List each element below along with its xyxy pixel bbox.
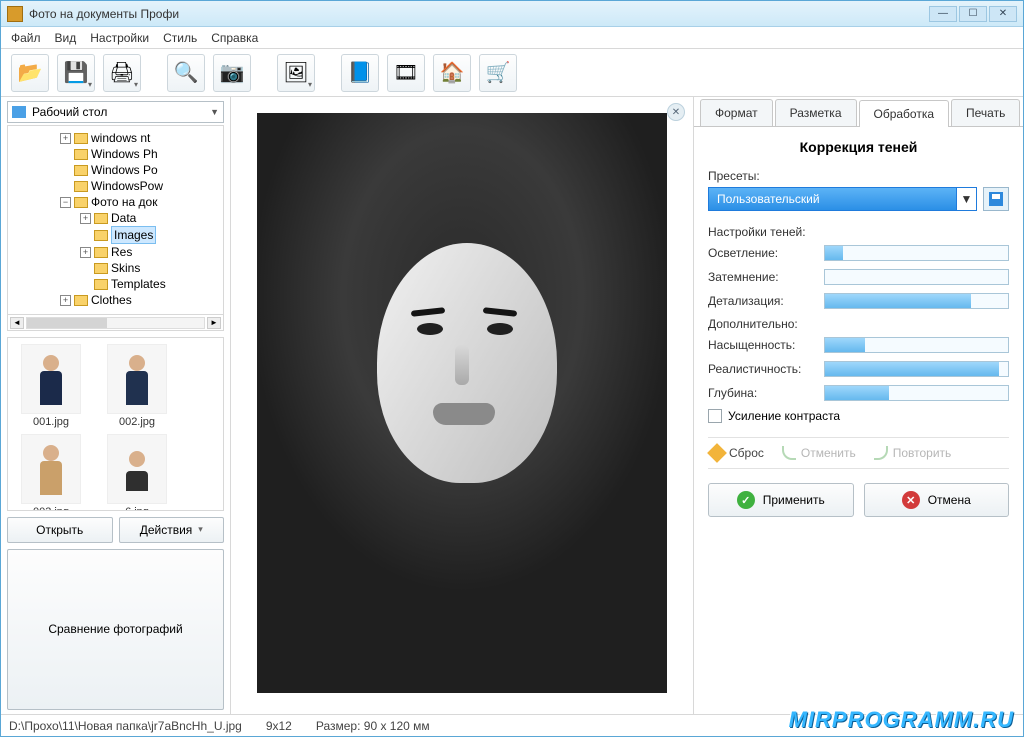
status-bar: D:\Прохо\11\Новая папка\jr7aBncHh_U.jpg … <box>1 714 1023 736</box>
save-preset-button[interactable] <box>983 187 1009 211</box>
slider-realism[interactable] <box>824 361 1009 377</box>
thumbnail[interactable]: 001.jpg <box>14 344 88 428</box>
undo-icon <box>782 446 796 460</box>
tree-item[interactable]: Фото на док <box>91 194 157 210</box>
tab-format[interactable]: Формат <box>700 99 773 126</box>
redo-icon <box>874 446 888 460</box>
menu-style[interactable]: Стиль <box>163 31 197 45</box>
slider-lighten[interactable] <box>824 245 1009 261</box>
tree-item[interactable]: Data <box>111 210 136 226</box>
thumbnail[interactable]: 002.jpg <box>100 344 174 428</box>
tree-item[interactable]: Windows Ph <box>91 146 158 162</box>
menu-view[interactable]: Вид <box>55 31 77 45</box>
redo-link[interactable]: Повторить <box>874 446 952 460</box>
close-button[interactable]: ✕ <box>989 6 1017 22</box>
tree-item[interactable]: Res <box>111 244 132 260</box>
window-title: Фото на документы Профи <box>29 7 929 21</box>
reset-link[interactable]: Сброс <box>710 446 764 460</box>
tab-markup[interactable]: Разметка <box>775 99 857 126</box>
status-size: Размер: 90 x 120 мм <box>316 719 430 733</box>
left-panel: Рабочий стол ▼ +windows nt Windows Ph Wi… <box>1 97 231 714</box>
slider-detail[interactable] <box>824 293 1009 309</box>
tree-item[interactable]: windows nt <box>91 130 150 146</box>
apply-button[interactable]: ✓Применить <box>708 483 854 517</box>
menu-bar: Файл Вид Настройки Стиль Справка <box>1 27 1023 49</box>
compare-button[interactable]: Сравнение фотографий <box>7 549 224 711</box>
tree-item-selected[interactable]: Images <box>111 226 156 244</box>
tree-item[interactable]: Skins <box>111 260 140 276</box>
menu-file[interactable]: Файл <box>11 31 41 45</box>
tab-bar: Формат Разметка Обработка Печать <box>694 97 1023 127</box>
preview-area: ✕ <box>231 97 693 714</box>
minimize-button[interactable]: — <box>929 6 957 22</box>
status-path: D:\Прохо\11\Новая папка\jr7aBncHh_U.jpg <box>9 719 242 733</box>
toolbar-help-icon[interactable]: 📘 <box>341 54 379 92</box>
cancel-icon: ✕ <box>902 491 920 509</box>
additional-label: Дополнительно: <box>708 317 1009 331</box>
slider-depth[interactable] <box>824 385 1009 401</box>
brush-icon <box>707 443 727 463</box>
toolbar-image-icon[interactable]: 🖼▾ <box>277 54 315 92</box>
toolbar-cart-icon[interactable]: 🛒 <box>479 54 517 92</box>
presets-label: Пресеты: <box>708 169 1009 183</box>
folder-dropdown[interactable]: Рабочий стол ▼ <box>7 101 224 123</box>
thumbnail[interactable]: 6.jpg <box>100 434 174 511</box>
maximize-button[interactable]: ☐ <box>959 6 987 22</box>
menu-help[interactable]: Справка <box>211 31 258 45</box>
shadow-settings-label: Настройки теней: <box>708 225 1009 239</box>
toolbar-open-icon[interactable]: 📂 <box>11 54 49 92</box>
toolbar-save-icon[interactable]: 💾▾ <box>57 54 95 92</box>
chevron-down-icon: ▼ <box>956 188 976 210</box>
close-panel-icon[interactable]: ✕ <box>667 103 685 121</box>
folder-icon <box>12 106 26 118</box>
slider-darken[interactable] <box>824 269 1009 285</box>
toolbar-search-icon[interactable]: 🔍 <box>167 54 205 92</box>
chevron-down-icon: ▼ <box>210 107 219 117</box>
tab-processing[interactable]: Обработка <box>859 100 950 127</box>
tree-h-scrollbar[interactable]: ◄► <box>7 315 224 331</box>
toolbar-video-icon[interactable]: 🎞 <box>387 54 425 92</box>
open-button[interactable]: Открыть <box>7 517 113 543</box>
toolbar-print-icon[interactable]: 🖨▾ <box>103 54 141 92</box>
tree-item[interactable]: Templates <box>111 276 166 292</box>
check-icon: ✓ <box>737 491 755 509</box>
thumbnail[interactable]: 003.jpg <box>14 434 88 511</box>
panel-title: Коррекция теней <box>708 139 1009 155</box>
tree-item[interactable]: Clothes <box>91 292 132 308</box>
slider-saturation[interactable] <box>824 337 1009 353</box>
status-ratio: 9x12 <box>266 719 292 733</box>
app-icon <box>7 6 23 22</box>
tree-item[interactable]: Windows Po <box>91 162 158 178</box>
preset-dropdown[interactable]: Пользовательский ▼ <box>708 187 977 211</box>
tab-print[interactable]: Печать <box>951 99 1020 126</box>
toolbar-home-icon[interactable]: 🏠 <box>433 54 471 92</box>
contrast-checkbox[interactable] <box>708 409 722 423</box>
toolbar: 📂 💾▾ 🖨▾ 🔍 📷 🖼▾ 📘 🎞 🏠 🛒 <box>1 49 1023 97</box>
contrast-label: Усиление контраста <box>728 409 840 423</box>
undo-link[interactable]: Отменить <box>782 446 856 460</box>
folder-dropdown-label: Рабочий стол <box>32 105 107 119</box>
cancel-button[interactable]: ✕Отмена <box>864 483 1010 517</box>
folder-tree[interactable]: +windows nt Windows Ph Windows Po Window… <box>7 125 224 315</box>
tree-item[interactable]: WindowsPow <box>91 178 163 194</box>
right-panel: Формат Разметка Обработка Печать Коррекц… <box>693 97 1023 714</box>
menu-settings[interactable]: Настройки <box>90 31 149 45</box>
actions-button[interactable]: Действия▾ <box>119 517 225 543</box>
photo-preview <box>257 113 667 693</box>
disk-icon <box>989 192 1003 206</box>
title-bar: Фото на документы Профи — ☐ ✕ <box>1 1 1023 27</box>
thumbnail-list: 001.jpg 002.jpg 003.jpg 6.jpg 9.jpg <box>7 337 224 511</box>
toolbar-camera-icon[interactable]: 📷 <box>213 54 251 92</box>
